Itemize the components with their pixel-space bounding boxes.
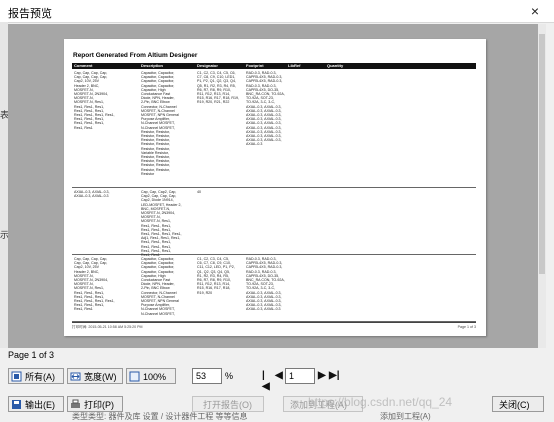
report-title: Report Generated From Altium Designer [73,52,198,59]
first-page-icon[interactable]: |◀ [262,370,270,392]
print-button[interactable]: 打印(P) [67,396,123,412]
group-description: Capacitor, Capacitor, Capacitor, Capacit… [141,257,179,316]
export-button[interactable]: 输出(E) [8,396,64,412]
export-icon [12,400,21,409]
fit-all-button[interactable]: 所有(A) [8,368,64,384]
fit-width-button[interactable]: 宽度(W) [67,368,123,384]
column-header: Designator [197,63,218,68]
group-designator: 40 [197,190,201,194]
close-icon[interactable]: × [522,1,548,21]
watermark-text: https://blog.csdn.net/qq_24 [308,395,453,409]
group-designator: C1, C2, C3, C4, C5, C6, C7, C8, C9, C10,… [197,71,239,105]
group-comment: AXIAL-0.3, AXIAL-0.3, AXIAL-0.3, AXIAL-0… [74,190,110,199]
page-indicator: Page 1 of 3 [8,350,55,360]
last-page-icon[interactable]: ▶| [329,370,340,381]
group-comment: Cap, Cap, Cap, Cap, Cap, Cap, Cap, Cap, … [74,71,115,130]
report-footer: 打印时间: 2015-05-21 10:58 AM 5:25:20 PM Pag… [72,322,476,329]
report-footer-right: Page 1 of 3 [457,325,476,329]
scrollbar-thumb[interactable] [539,34,545,274]
zoom-100-button[interactable]: 100% [126,368,176,384]
zoom-100-icon [129,371,140,382]
column-header: Comment [74,63,93,68]
report-preview-area[interactable]: Report Generated From Altium Designer Co… [8,24,546,348]
group-description: Cap, Cap, Cap2, Cap, Cap2, Cap, Cap, Cap… [141,190,182,258]
group-footprint: RAD-0.3, RAD-0.3, CAPR5-4X5, RAD-0.3, CA… [246,71,285,147]
window-title: 报告预览 [8,8,52,20]
background-text: 添加到工程(A) [380,412,431,421]
previous-page-icon[interactable]: ◀ [275,370,283,381]
fit-all-label: 所有(A) [25,372,55,382]
report-table-header: Comment Description Designator Footprint… [72,63,476,69]
zoom-unit: % [225,371,234,381]
background-window-strip: 类型类型: 器件及库 设置 / 设计器件工程 等等信息 添加到工程(A) [0,411,554,422]
fit-width-label: 宽度(W) [84,372,117,382]
group-designator: C1, C2, C3, C4, C5, C6, C7, C8, C9, C10,… [197,257,235,295]
report-group: Cap, Cap, Cap, Cap, Cap, Cap, Cap, Cap, … [72,70,476,188]
page-number-input[interactable]: 1 [285,368,315,384]
report-footer-left: 打印时间: 2015-05-21 10:58 AM 5:25:20 PM [72,325,143,329]
column-header: LibRef [288,63,301,68]
open-report-label: 打开报告(O) [203,400,252,410]
column-header: Footprint [246,63,264,68]
print-label: 打印(P) [84,400,114,410]
report-group: AXIAL-0.3, AXIAL-0.3, AXIAL-0.3, AXIAL-0… [72,188,476,258]
printer-icon [71,399,80,408]
vertical-scrollbar[interactable] [538,24,546,348]
zoom-100-label: 100% [143,372,167,382]
export-label: 输出(E) [25,400,55,410]
open-report-button[interactable]: 打开报告(O) [192,396,264,412]
group-footprint: RAD-0.3, RAD-0.3, CAPR5-4X5, RAD-0.3, CA… [246,257,285,312]
close-button-label: 关闭(C) [499,400,530,410]
column-header: Quantity [327,63,344,68]
group-comment: Cap, Cap, Cap, Cap, Cap, Cap, Cap, Cap, … [74,257,115,312]
close-button[interactable]: 关闭(C) [492,396,544,412]
zoom-percent-input[interactable]: 53 [192,368,222,384]
next-page-icon[interactable]: ▶ [318,370,326,381]
background-text: 类型类型: 器件及库 设置 / 设计器件工程 等等信息 [72,412,248,421]
report-group: Cap, Cap, Cap, Cap, Cap, Cap, Cap, Cap, … [72,255,476,322]
group-description: Capacitor, Capacitor, Capacitor, Capacit… [141,71,179,176]
column-header: Description [141,63,164,68]
fit-width-icon [70,372,81,381]
fit-all-icon [11,371,22,382]
left-edge-strip: 表 示 [0,22,9,348]
title-bar: 报告预览 × [0,0,554,23]
report-page: Report Generated From Altium Designer Co… [64,39,486,336]
